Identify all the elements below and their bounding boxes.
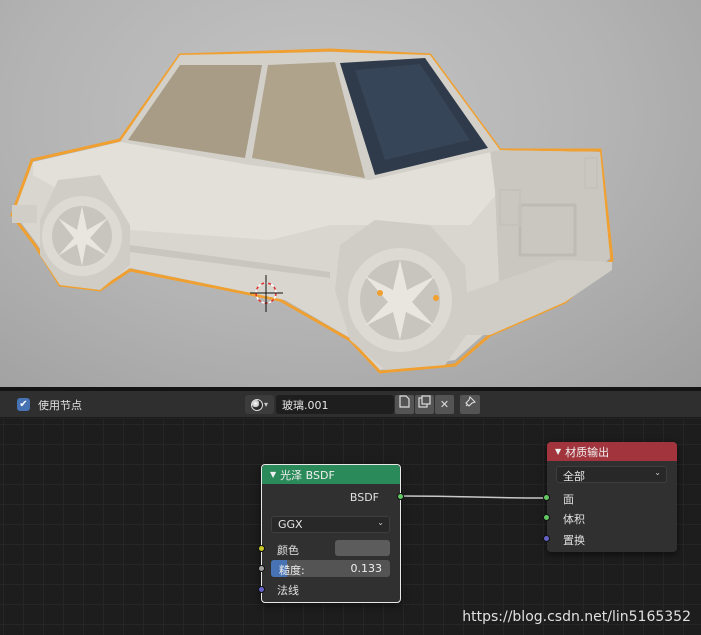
roughness-value: 0.133 (350, 562, 383, 575)
checkmark-icon: ✔ (19, 399, 28, 410)
glossy-bsdf-node[interactable]: ▼ 光泽 BSDF BSDF GGX ⌄ 颜色 糙度: 0.133 法线 (258, 464, 404, 603)
pin-icon[interactable] (460, 395, 480, 414)
surface-input-socket[interactable] (543, 494, 550, 501)
fake-user-icon[interactable] (395, 395, 414, 414)
3d-viewport[interactable] (0, 0, 701, 387)
material-output-node[interactable]: ▼ 材质输出 全部 ⌄ 面 体积 置换 (543, 442, 677, 552)
material-browse-button[interactable]: ▾ (245, 395, 274, 414)
collapse-triangle-icon[interactable]: ▼ (555, 447, 561, 456)
collapse-triangle-icon[interactable]: ▼ (270, 470, 276, 479)
volume-label: 体积 (563, 513, 585, 526)
distribution-value: GGX (278, 518, 303, 531)
roughness-input-socket[interactable] (258, 565, 265, 572)
material-name-field[interactable]: 玻璃.001 (276, 395, 394, 414)
rear-bumper (12, 205, 37, 223)
target-value: 全部 (563, 470, 585, 483)
bsdf-output-label: BSDF (349, 491, 379, 504)
displacement-input-socket[interactable] (543, 535, 550, 542)
normal-input-socket[interactable] (258, 586, 265, 593)
distribution-dropdown[interactable]: GGX ⌄ (271, 516, 390, 533)
use-nodes-checkbox[interactable]: ✔ (17, 398, 30, 411)
roughness-label: 糙度: (279, 564, 305, 577)
duplicate-icon[interactable] (415, 395, 434, 414)
bsdf-output-socket[interactable] (397, 493, 404, 500)
output-node-title: 材质输出 (565, 445, 610, 459)
browse-chevron-icon: ▾ (263, 400, 268, 409)
surface-label: 面 (563, 493, 574, 506)
close-icon[interactable]: ✕ (435, 395, 454, 414)
displacement-label: 置换 (563, 534, 585, 547)
use-nodes-label: 使用节点 (38, 399, 82, 412)
glossy-node-title: 光泽 BSDF (280, 468, 335, 482)
chevron-down-icon: ⌄ (377, 518, 384, 527)
glossy-node-header[interactable]: ▼ 光泽 BSDF (262, 465, 400, 484)
target-dropdown[interactable]: 全部 ⌄ (556, 466, 667, 483)
material-ball-icon (250, 398, 263, 411)
car-model[interactable] (0, 0, 701, 387)
watermark: https://blog.csdn.net/lin5165352 (462, 609, 691, 625)
color-input-socket[interactable] (258, 545, 265, 552)
color-label: 颜色 (277, 544, 299, 557)
normal-label: 法线 (277, 584, 299, 597)
chevron-down-icon: ⌄ (654, 468, 661, 477)
output-node-header[interactable]: ▼ 材质输出 (547, 442, 677, 461)
node-editor-header: ✔ 使用节点 ▾ 玻璃.001 ✕ (0, 391, 701, 418)
roughness-slider[interactable]: 糙度: 0.133 (271, 560, 390, 577)
node-canvas[interactable]: ▼ 光泽 BSDF BSDF GGX ⌄ 颜色 糙度: 0.133 法线 ▼ 材… (0, 419, 701, 635)
color-swatch[interactable] (335, 540, 390, 556)
volume-input-socket[interactable] (543, 514, 550, 521)
